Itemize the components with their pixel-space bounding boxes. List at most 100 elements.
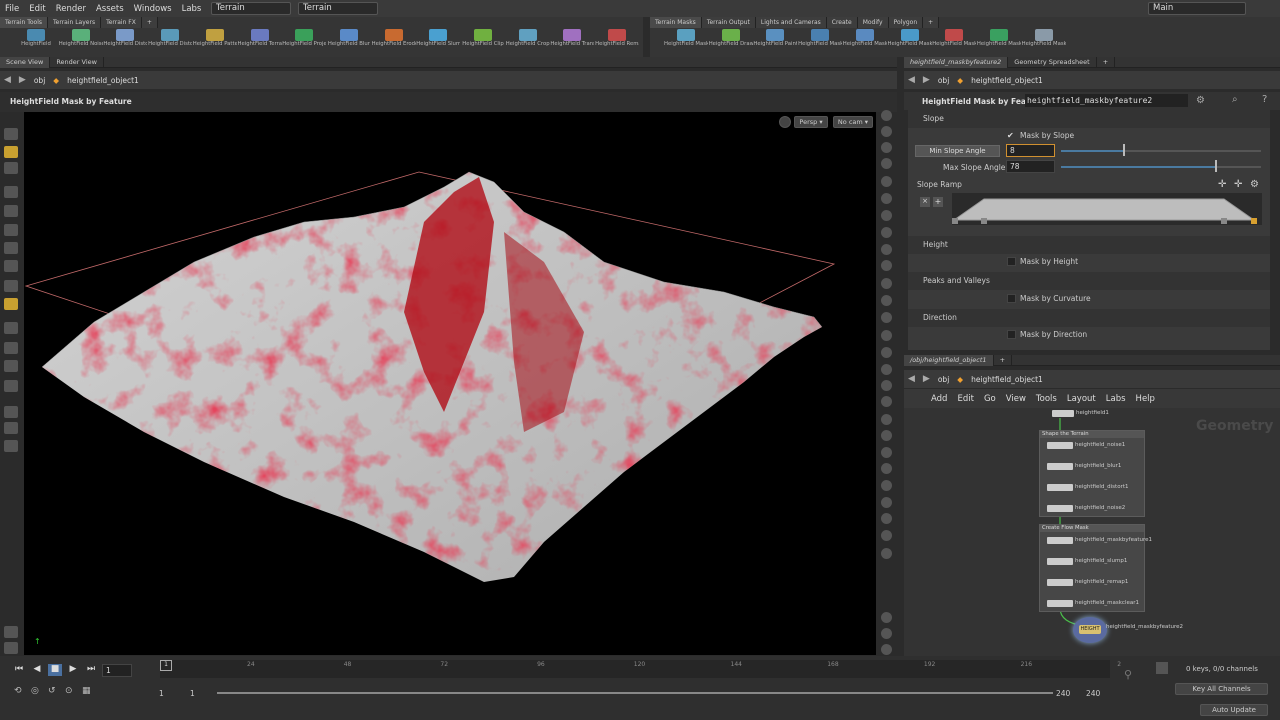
- back-arrow-icon[interactable]: ◀: [908, 75, 915, 85]
- viewport-tool-icon[interactable]: [4, 224, 18, 236]
- shelf-tool[interactable]: HeightField Mask Blur: [798, 29, 842, 56]
- shelf-tool[interactable]: HeightField Slump: [416, 29, 460, 56]
- viewport-tool-icon[interactable]: [4, 642, 18, 654]
- forward-arrow-icon[interactable]: ▶: [923, 75, 930, 85]
- menu-windows[interactable]: Windows: [129, 4, 177, 14]
- shelf-tool[interactable]: HeightField Remap: [595, 29, 639, 56]
- node-selected-halo[interactable]: HEIGHT: [1073, 617, 1107, 643]
- shelf-tab[interactable]: Terrain Masks: [650, 17, 702, 28]
- shelf-tool[interactable]: HeightField Clip: [461, 29, 505, 56]
- ramp-remove-icon[interactable]: ×: [920, 197, 930, 207]
- back-arrow-icon[interactable]: ◀: [4, 75, 11, 85]
- display-option-icon[interactable]: [881, 628, 892, 639]
- shelf-tool[interactable]: HeightField Pattern: [193, 29, 237, 56]
- tab-network[interactable]: /obj/heightfield_object1: [904, 354, 994, 366]
- display-option-icon[interactable]: [881, 110, 892, 121]
- viewport-tool-icon[interactable]: [4, 322, 18, 334]
- shelf-tool[interactable]: HeightField Paint: [753, 29, 797, 56]
- network-node[interactable]: heightfield_remap1: [1047, 577, 1128, 587]
- viewport-tool-icon[interactable]: [4, 342, 18, 354]
- display-option-icon[interactable]: [881, 278, 892, 289]
- display-option-icon[interactable]: [881, 396, 892, 407]
- network-node[interactable]: heightfield_blur1: [1047, 461, 1121, 471]
- display-option-icon[interactable]: [881, 158, 892, 169]
- node-heightfield1[interactable]: heightfield1: [1052, 408, 1109, 418]
- path-object[interactable]: heightfield_object1: [63, 76, 143, 85]
- timeline-option-icon[interactable]: ▦: [82, 686, 91, 696]
- display-option-icon[interactable]: [881, 530, 892, 541]
- back-arrow-icon[interactable]: ◀: [908, 374, 915, 384]
- shelf-tool[interactable]: HeightField Mask Shrink: [888, 29, 932, 56]
- play-icon[interactable]: ▶: [66, 664, 80, 676]
- tab-params[interactable]: heightfield_maskbyfeature2: [904, 56, 1009, 68]
- network-menu-tools[interactable]: Tools: [1031, 394, 1062, 404]
- path-root[interactable]: obj: [934, 375, 953, 384]
- network-menu-view[interactable]: View: [1001, 394, 1031, 404]
- tab-geometry-spreadsheet[interactable]: Geometry Spreadsheet: [1008, 56, 1097, 68]
- viewport-tool-icon[interactable]: [4, 626, 18, 638]
- context-dropdown[interactable]: Terrain: [298, 2, 378, 15]
- timeline-option-icon[interactable]: ⊙: [65, 686, 73, 696]
- key-all-channels-button[interactable]: Key All Channels: [1175, 683, 1268, 695]
- shelf-tab[interactable]: Terrain FX: [101, 17, 142, 28]
- viewport-tool-icon[interactable]: [4, 242, 18, 254]
- shelf-tool[interactable]: HeightField Noise: [59, 29, 103, 56]
- display-option-icon[interactable]: [881, 176, 892, 187]
- min-slope-slider[interactable]: [1061, 150, 1261, 152]
- display-option-icon[interactable]: [881, 447, 892, 458]
- display-option-icon[interactable]: [881, 364, 892, 375]
- display-option-icon[interactable]: [881, 380, 892, 391]
- shelf-tool[interactable]: HeightField: [14, 29, 58, 56]
- display-option-icon[interactable]: [881, 260, 892, 271]
- display-option-icon[interactable]: [881, 347, 892, 358]
- shelf-tab[interactable]: Modify: [857, 17, 889, 28]
- menu-assets[interactable]: Assets: [91, 4, 129, 14]
- viewport-tool-icon[interactable]: [4, 205, 18, 217]
- network-node[interactable]: heightfield_noise1: [1047, 440, 1125, 450]
- shelf-tool[interactable]: HeightField Mask Noise: [664, 29, 708, 56]
- playhead[interactable]: 1: [160, 660, 172, 671]
- path-object[interactable]: heightfield_object1: [967, 76, 1047, 85]
- display-option-icon[interactable]: [881, 244, 892, 255]
- display-option-icon[interactable]: [881, 430, 892, 441]
- lock-camera-icon[interactable]: [779, 116, 791, 128]
- add-tab-icon[interactable]: +: [994, 354, 1013, 366]
- display-option-icon[interactable]: [881, 548, 892, 559]
- help-icon[interactable]: ?: [1262, 94, 1267, 105]
- menu-render[interactable]: Render: [51, 4, 91, 14]
- mask-by-slope-checkbox[interactable]: ✔: [1007, 131, 1016, 140]
- timeline-ruler[interactable]: 1 24 48 72 96 120 144 168 192 216 2: [160, 660, 1121, 678]
- range-bar[interactable]: [217, 692, 1053, 694]
- network-menu-labs[interactable]: Labs: [1101, 394, 1131, 404]
- network-menu-layout[interactable]: Layout: [1062, 394, 1101, 404]
- network-menu-add[interactable]: Add: [926, 394, 952, 404]
- display-option-icon[interactable]: [881, 193, 892, 204]
- display-option-icon[interactable]: [881, 227, 892, 238]
- network-menu-go[interactable]: Go: [979, 394, 1001, 404]
- key-icon[interactable]: ⚲: [1124, 668, 1132, 681]
- max-slope-field[interactable]: 78: [1006, 160, 1055, 173]
- shelf-tab[interactable]: Terrain Tools: [0, 17, 48, 28]
- ramp-insert-icon[interactable]: +: [933, 197, 943, 207]
- range-end-2[interactable]: 240: [1086, 689, 1100, 698]
- mask-by-curvature-checkbox[interactable]: [1007, 294, 1016, 303]
- add-tab-icon[interactable]: +: [1097, 56, 1116, 68]
- tab-render-view[interactable]: Render View: [50, 56, 104, 68]
- viewport-tool-icon[interactable]: [4, 298, 18, 310]
- display-option-icon[interactable]: [881, 513, 892, 524]
- timeline-option-icon[interactable]: ◎: [31, 686, 39, 696]
- main-dropdown[interactable]: Main: [1148, 2, 1246, 15]
- network-menu-edit[interactable]: Edit: [952, 394, 978, 404]
- shelf-tab[interactable]: Polygon: [888, 17, 924, 28]
- display-option-icon[interactable]: [881, 644, 892, 655]
- shelf-tool[interactable]: HeightField Project: [282, 29, 326, 56]
- mask-by-height-checkbox[interactable]: [1007, 257, 1016, 266]
- channel-icon[interactable]: [1156, 662, 1168, 674]
- viewport-tool-icon[interactable]: [4, 128, 18, 140]
- viewport-tool-icon[interactable]: [4, 186, 18, 198]
- add-shelf-icon[interactable]: +: [141, 17, 158, 28]
- display-option-icon[interactable]: [881, 330, 892, 341]
- network-node[interactable]: heightfield_maskbyfeature1: [1047, 535, 1152, 545]
- gear-icon[interactable]: ⚙: [1196, 95, 1205, 106]
- search-icon[interactable]: ⌕: [1232, 94, 1238, 105]
